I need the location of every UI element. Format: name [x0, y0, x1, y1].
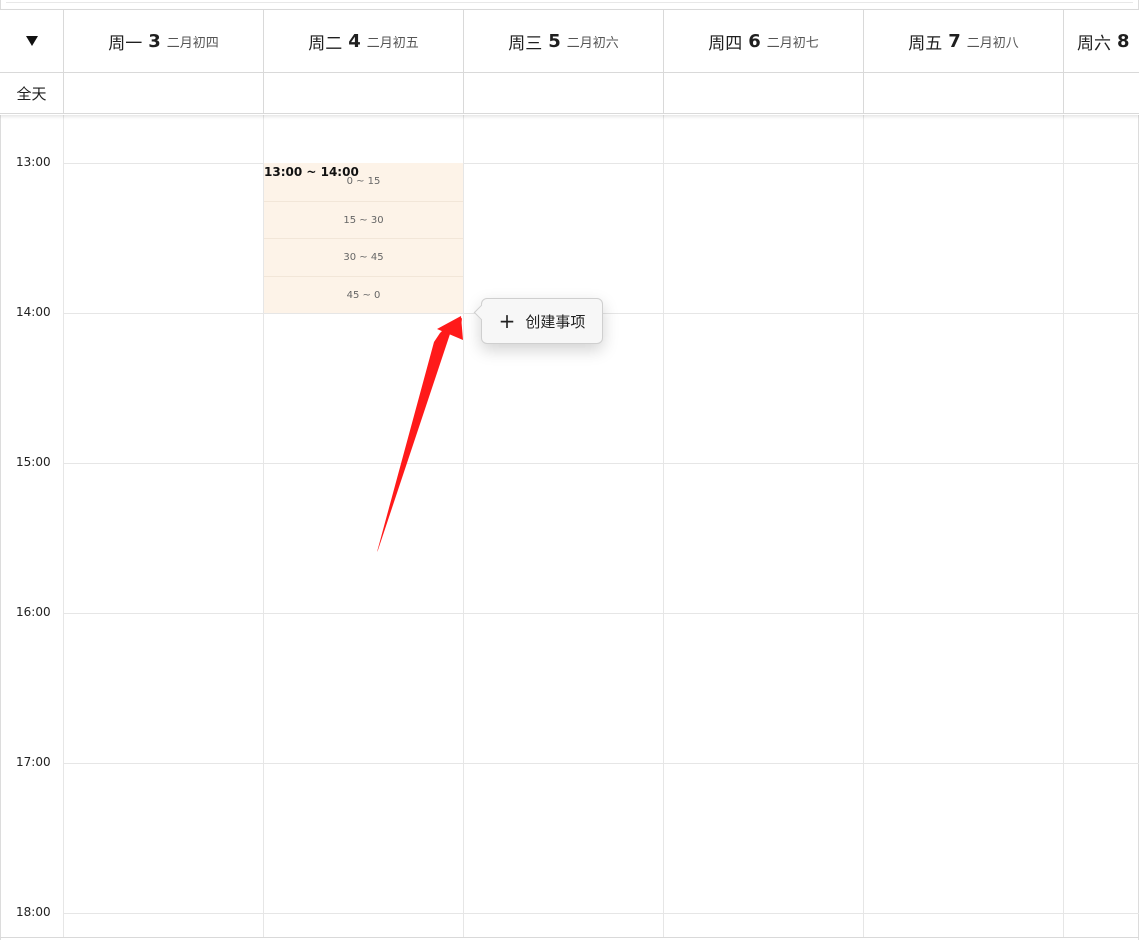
weekday-label: 周五 — [908, 33, 943, 54]
date-number: 3 — [148, 30, 161, 52]
allday-cell[interactable] — [64, 73, 264, 114]
date-number: 6 — [748, 30, 761, 52]
date-number: 5 — [548, 30, 561, 52]
lunar-date: 二月初六 — [566, 35, 619, 51]
weekday-label: 周三 — [508, 33, 543, 54]
plus-icon: + — [498, 309, 516, 333]
day-header-fri[interactable]: 周五 7 二月初八 — [864, 10, 1064, 73]
view-toggle[interactable] — [0, 10, 64, 73]
allday-label: 全天 — [0, 73, 64, 114]
weekday-label: 周四 — [708, 33, 743, 54]
date-number: 4 — [348, 30, 361, 52]
column-divider — [63, 114, 64, 938]
bottom-divider — [0, 937, 1139, 938]
allday-cell[interactable] — [664, 73, 864, 114]
weekday-label: 周六 — [1077, 33, 1111, 54]
time-label: 14:00 — [16, 305, 51, 319]
lunar-date: 二月初五 — [366, 35, 419, 51]
date-number: 8 — [1117, 30, 1130, 52]
selected-time-range[interactable]: 0 ~ 15 15 ~ 30 30 ~ 45 45 ~ 0 13:00 ~ 14… — [264, 163, 463, 313]
day-header-thu[interactable]: 周四 6 二月初七 — [664, 10, 864, 73]
day-header-wed[interactable]: 周三 5 二月初六 — [464, 10, 664, 73]
time-grid[interactable]: 13:00 14:00 15:00 16:00 17:00 18:00 — [0, 114, 1139, 938]
hour-line — [63, 913, 1139, 914]
hour-line — [63, 763, 1139, 764]
hour-line — [63, 163, 1139, 164]
allday-cell[interactable] — [1064, 73, 1139, 114]
time-label: 13:00 — [16, 155, 51, 169]
day-header-sat[interactable]: 周六 8 — [1064, 10, 1139, 73]
selection-time-label: 13:00 ~ 14:00 — [264, 165, 359, 179]
hour-line — [63, 463, 1139, 464]
day-header-mon[interactable]: 周一 3 二月初四 — [64, 10, 264, 73]
lunar-date: 二月初四 — [166, 35, 219, 51]
column-divider — [863, 114, 864, 938]
triangle-down-icon[interactable] — [25, 36, 38, 46]
time-label: 15:00 — [16, 455, 51, 469]
top-divider — [6, 2, 1133, 3]
lunar-date: 二月初八 — [966, 35, 1019, 51]
quarter-slot[interactable]: 45 ~ 0 — [264, 276, 463, 313]
date-number: 7 — [948, 30, 961, 52]
create-event-button[interactable]: + 创建事项 — [481, 298, 603, 344]
weekday-label: 周一 — [108, 33, 143, 54]
column-divider — [463, 114, 464, 938]
allday-cell[interactable] — [264, 73, 464, 114]
time-label: 18:00 — [16, 905, 51, 919]
allday-cell[interactable] — [864, 73, 1064, 114]
hour-line — [63, 613, 1139, 614]
week-header: 周一 3 二月初四 周二 4 二月初五 周三 5 二月初六 周四 6 二月初七 … — [0, 9, 1139, 115]
quarter-slot[interactable]: 30 ~ 45 — [264, 238, 463, 275]
allday-cell[interactable] — [464, 73, 664, 114]
weekday-label: 周二 — [308, 33, 343, 54]
column-divider — [663, 114, 664, 938]
time-label: 16:00 — [16, 605, 51, 619]
lunar-date: 二月初七 — [766, 35, 819, 51]
create-event-label: 创建事项 — [525, 312, 586, 331]
time-label: 17:00 — [16, 755, 51, 769]
quarter-slot[interactable]: 15 ~ 30 — [264, 201, 463, 238]
day-header-tue[interactable]: 周二 4 二月初五 — [264, 10, 464, 73]
column-divider — [1063, 114, 1064, 938]
